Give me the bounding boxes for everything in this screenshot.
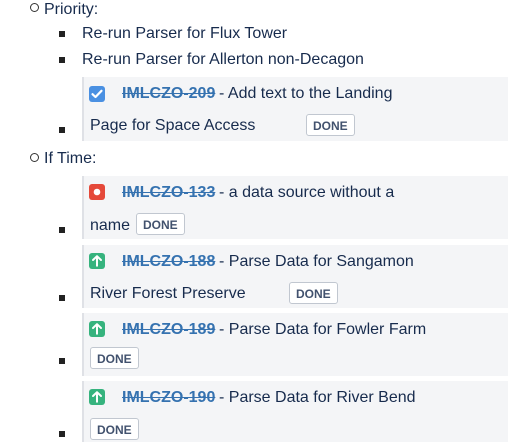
issue-summary-cont: River Forest Preserve xyxy=(90,285,246,302)
issue-card-border xyxy=(82,313,84,376)
issue-summary: - Add text to the Landing xyxy=(219,85,393,102)
list-item: Re-run Parser for Flux Tower xyxy=(82,25,288,42)
if-time-label: If Time: xyxy=(44,150,97,167)
improvement-arrow-icon xyxy=(89,253,105,269)
priority-label: Priority: xyxy=(44,1,99,18)
issue-summary: - Parse Data for Sangamon xyxy=(219,253,414,270)
list-bullet-square xyxy=(59,431,65,437)
status-badge: DONE xyxy=(136,213,185,235)
issue-card-border xyxy=(82,381,84,442)
issue-card-border xyxy=(82,77,84,141)
issue-key-link[interactable]: IMLCZO-190 xyxy=(122,388,215,408)
issue-key-link[interactable]: IMLCZO-189 xyxy=(122,320,215,340)
list-bullet-square xyxy=(59,358,65,364)
list-bullet-circle xyxy=(30,153,39,162)
list-bullet-square xyxy=(59,227,65,233)
task-checkbox-icon xyxy=(89,86,105,102)
status-badge: DONE xyxy=(90,347,139,369)
issue-summary-cont: Page for Space Access xyxy=(90,117,256,134)
issue-card-border xyxy=(82,245,84,308)
issue-key-link[interactable]: IMLCZO-209 xyxy=(122,84,215,104)
list-bullet-square xyxy=(59,31,65,37)
list-bullet-square xyxy=(59,295,65,301)
issue-summary-cont: name xyxy=(90,217,131,234)
issue-summary: - Parse Data for River Bend xyxy=(219,389,416,406)
status-badge: DONE xyxy=(289,282,338,304)
list-bullet-square xyxy=(59,57,65,63)
list-item: Re-run Parser for Allerton non-Decagon xyxy=(82,51,364,68)
improvement-arrow-icon xyxy=(89,321,105,337)
issue-summary: - a data source without a xyxy=(219,184,395,201)
improvement-arrow-icon xyxy=(89,389,105,405)
issue-key-link[interactable]: IMLCZO-188 xyxy=(122,252,215,272)
issue-key-link[interactable]: IMLCZO-133 xyxy=(122,183,215,203)
status-badge: DONE xyxy=(306,114,355,136)
issue-summary: - Parse Data for Fowler Farm xyxy=(219,321,427,338)
issue-card-border xyxy=(82,176,84,239)
list-bullet-square xyxy=(59,127,65,133)
bug-icon xyxy=(89,184,105,200)
list-bullet-circle xyxy=(30,3,39,12)
status-badge: DONE xyxy=(90,418,139,440)
